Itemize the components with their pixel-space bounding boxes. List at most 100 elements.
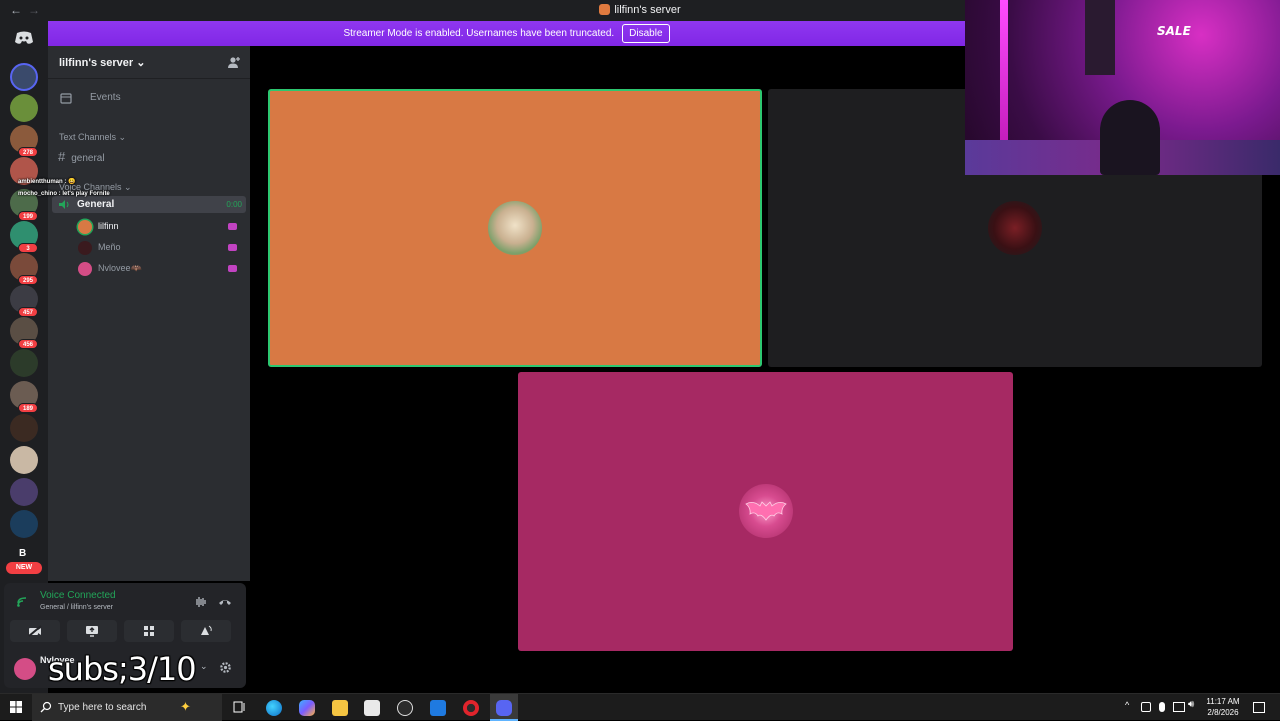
search-placeholder: Type here to search bbox=[58, 702, 147, 713]
channel-sidebar: lilfinn's server ⌄ Events Text Channels … bbox=[48, 46, 250, 581]
new-badge: NEW bbox=[6, 562, 42, 574]
server-icon-b[interactable]: B bbox=[19, 548, 26, 559]
server-header[interactable]: lilfinn's server ⌄ bbox=[48, 46, 250, 79]
video-tile[interactable] bbox=[518, 372, 1013, 651]
activities-button[interactable] bbox=[124, 620, 174, 642]
voice-timer: 0:00 bbox=[226, 200, 242, 209]
windows-taskbar: Type here to search ✦ ^ 🔊︎ 11:17 AM 2/8/… bbox=[0, 693, 1280, 721]
clock-time: 11:17 AM bbox=[1206, 697, 1240, 706]
unread-badge: 278 bbox=[18, 147, 38, 157]
server-icon-13[interactable] bbox=[10, 510, 38, 538]
server-icon bbox=[599, 4, 611, 15]
soundboard-icon bbox=[201, 625, 212, 635]
voice-member[interactable]: Meño bbox=[76, 240, 246, 256]
subs-goal-overlay: subs;3/10 bbox=[48, 650, 197, 688]
server-icon-12[interactable] bbox=[10, 478, 38, 506]
windows-start-icon[interactable] bbox=[10, 701, 22, 713]
taskbar-search-box[interactable]: Type here to search ✦ bbox=[32, 694, 222, 721]
server-icon-9[interactable]: 189 bbox=[10, 381, 38, 413]
voice-channel-general[interactable]: General 0:00 bbox=[52, 196, 246, 213]
file-explorer-icon[interactable] bbox=[332, 700, 348, 716]
streaming-icon bbox=[228, 223, 237, 230]
webcam-overlay: SALE bbox=[965, 0, 1280, 175]
activities-icon bbox=[144, 626, 154, 636]
copilot-icon[interactable] bbox=[299, 700, 315, 716]
chat-overlay-line: ambientthuman : 😀 bbox=[18, 179, 76, 185]
opera-icon[interactable] bbox=[463, 700, 479, 716]
clock-date: 2/8/2026 bbox=[1207, 708, 1239, 717]
discord-icon bbox=[496, 700, 512, 716]
avatar bbox=[78, 262, 92, 276]
events-label: Events bbox=[90, 92, 121, 103]
user-avatar[interactable] bbox=[14, 658, 36, 680]
server-icon-10[interactable] bbox=[10, 414, 38, 442]
settings-gear-icon[interactable] bbox=[219, 661, 232, 674]
streamer-mode-banner: Streamer Mode is enabled. Usernames have… bbox=[48, 21, 965, 46]
voice-member[interactable]: lilfinn bbox=[76, 219, 246, 235]
invite-people-icon[interactable] bbox=[228, 56, 241, 69]
unread-badge: 3 bbox=[18, 243, 38, 253]
share-screen-button[interactable] bbox=[67, 620, 117, 642]
edge-icon[interactable] bbox=[266, 700, 282, 716]
notification-center-icon[interactable] bbox=[1253, 702, 1265, 713]
chair bbox=[1100, 100, 1160, 175]
server-name: lilfinn's server ⌄ bbox=[59, 57, 146, 69]
banner-message: Streamer Mode is enabled. Usernames have… bbox=[343, 28, 615, 39]
disconnect-icon[interactable] bbox=[218, 597, 232, 607]
server-icon-4[interactable]: 3 bbox=[10, 221, 38, 253]
microphone-icon[interactable] bbox=[1159, 702, 1165, 712]
server-icon-green[interactable] bbox=[10, 94, 38, 122]
streaming-icon bbox=[228, 244, 237, 251]
network-icon[interactable] bbox=[1173, 702, 1185, 712]
mail-icon[interactable] bbox=[430, 700, 446, 716]
unread-badge: 189 bbox=[18, 403, 38, 413]
unread-badge: 295 bbox=[18, 275, 38, 285]
taskbar-clock[interactable]: 11:17 AM 2/8/2026 bbox=[1203, 696, 1243, 718]
server-icon-8[interactable] bbox=[10, 349, 38, 377]
video-tile-speaking[interactable] bbox=[268, 89, 762, 367]
avatar bbox=[78, 241, 92, 255]
server-icon-5[interactable]: 295 bbox=[10, 253, 38, 285]
task-view-icon[interactable] bbox=[233, 701, 247, 713]
member-name: Meño bbox=[98, 242, 121, 252]
voice-channel-name: General bbox=[77, 199, 115, 210]
poster bbox=[1085, 0, 1115, 75]
streaming-icon bbox=[228, 265, 237, 272]
sparkle-icon: ✦ bbox=[180, 699, 191, 714]
camera-off-button[interactable] bbox=[10, 620, 60, 642]
chevron-down-icon[interactable]: ⌄ bbox=[200, 661, 208, 672]
calendar-icon bbox=[60, 93, 72, 104]
tray-device-icon[interactable] bbox=[1141, 702, 1151, 712]
disable-streamer-mode-button[interactable]: Disable bbox=[622, 24, 670, 43]
member-name: Nvlovee🦇 bbox=[98, 263, 142, 273]
tray-chevron-icon[interactable]: ^ bbox=[1125, 700, 1129, 710]
store-icon[interactable] bbox=[364, 700, 380, 716]
server-icon-1[interactable]: 278 bbox=[10, 125, 38, 157]
noise-suppression-icon[interactable] bbox=[194, 596, 208, 608]
participant-avatar bbox=[488, 201, 542, 255]
avatar bbox=[78, 220, 92, 234]
voice-member[interactable]: Nvlovee🦇 bbox=[76, 261, 246, 277]
server-icon-7[interactable]: 456 bbox=[10, 317, 38, 349]
server-icon-11[interactable] bbox=[10, 446, 38, 474]
participant-avatar bbox=[988, 201, 1042, 255]
bat-icon bbox=[745, 501, 787, 521]
obs-icon[interactable] bbox=[397, 700, 413, 716]
server-icon-6[interactable]: 457 bbox=[10, 285, 38, 317]
volume-icon[interactable]: 🔊︎ bbox=[1188, 699, 1194, 710]
discord-taskbar-button[interactable] bbox=[490, 694, 518, 721]
voice-location: General / lilfinn's server bbox=[40, 604, 113, 611]
soundboard-button[interactable] bbox=[181, 620, 231, 642]
channel-general-text[interactable]: # general bbox=[58, 149, 105, 164]
search-icon bbox=[40, 701, 52, 713]
unread-badge: 199 bbox=[18, 211, 38, 221]
led-strip bbox=[1000, 0, 1008, 150]
member-name: lilfinn bbox=[98, 221, 119, 231]
unread-badge: 457 bbox=[18, 307, 38, 317]
text-channels-category[interactable]: Text Channels ⌄ bbox=[59, 132, 126, 143]
server-icon-ap[interactable] bbox=[10, 63, 38, 91]
speaker-icon bbox=[59, 200, 69, 209]
voice-connected-label[interactable]: Voice Connected bbox=[40, 590, 116, 601]
chat-overlay-line: mocho_chino : let's play Fornite bbox=[18, 191, 110, 197]
discord-home-icon[interactable] bbox=[14, 31, 34, 45]
